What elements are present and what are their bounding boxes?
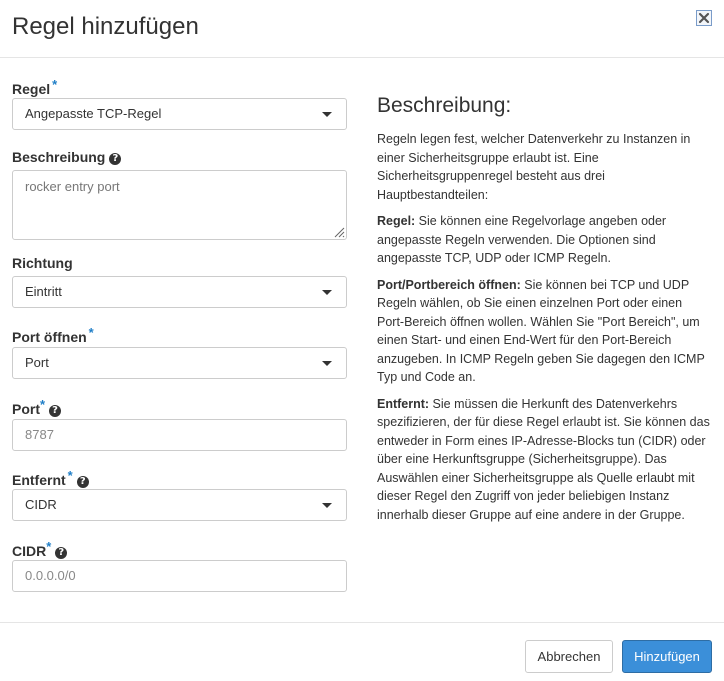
open-port-label-text: Port öffnen	[12, 329, 87, 345]
help-rule-paragraph: Regel: Sie können eine Regelvorlage ange…	[377, 212, 712, 268]
open-port-select[interactable]: Port	[12, 347, 347, 379]
cidr-label: CIDR*?	[12, 538, 68, 560]
required-marker: *	[67, 468, 73, 483]
help-port-paragraph: Port/Portbereich öffnen: Sie können bei …	[377, 276, 712, 387]
close-icon[interactable]	[696, 10, 712, 26]
cidr-placeholder: 0.0.0.0/0	[25, 568, 76, 583]
port-label-text: Port	[12, 401, 40, 417]
dialog-footer: Abbrechen Hinzufügen	[0, 622, 724, 681]
required-marker: *	[88, 325, 94, 340]
required-marker: *	[40, 397, 46, 412]
direction-select-value: Eintritt	[25, 284, 62, 299]
direction-label: Richtung	[12, 254, 73, 272]
add-button[interactable]: Hinzufügen	[622, 640, 712, 673]
port-input[interactable]: 8787	[12, 419, 347, 451]
help-title: Beschreibung:	[377, 94, 512, 117]
remote-label: Entfernt *?	[12, 467, 89, 489]
dialog-title: Regel hinzufügen	[12, 13, 199, 40]
direction-select[interactable]: Eintritt	[12, 276, 347, 308]
help-remote-term: Entfernt:	[377, 396, 430, 411]
cancel-button[interactable]: Abbrechen	[525, 640, 613, 673]
direction-label-text: Richtung	[12, 255, 73, 271]
description-value: rocker entry port	[25, 179, 120, 194]
question-circle-icon[interactable]: ?	[76, 476, 89, 488]
help-panel: Beschreibung: Regeln legen fest, welcher…	[377, 94, 712, 532]
rule-label-text: Regel	[12, 81, 51, 97]
help-rule-term: Regel:	[377, 214, 416, 228]
dialog-header: Regel hinzufügen	[0, 0, 724, 58]
question-circle-icon[interactable]: ?	[109, 153, 122, 165]
required-marker: *	[52, 77, 58, 92]
help-remote-paragraph: Entfernt: Sie müssen die Herkunft des Da…	[377, 395, 712, 525]
cidr-label-text: CIDR	[12, 543, 47, 559]
help-remote-text: Sie müssen die Herkunft des Datenverkehr…	[377, 396, 710, 522]
description-label: Beschreibung?	[12, 148, 122, 166]
rule-select-value: Angepasste TCP-Regel	[25, 106, 162, 121]
help-rule-text: Sie können eine Regelvorlage angeben ode…	[377, 214, 667, 265]
open-port-select-value: Port	[25, 355, 49, 370]
caret-down-icon	[322, 112, 332, 117]
open-port-label: Port öffnen *	[12, 324, 94, 346]
description-textarea[interactable]: rocker entry port	[12, 170, 347, 240]
port-placeholder: 8787	[25, 427, 54, 442]
rule-label: Regel *	[12, 76, 57, 98]
resize-grip-icon[interactable]	[333, 226, 345, 238]
caret-down-icon	[322, 361, 332, 366]
required-marker: *	[46, 539, 52, 554]
help-port-term: Port/Portbereich öffnen:	[377, 277, 521, 292]
help-port-text: Sie können bei TCP und UDP Regeln wählen…	[377, 277, 705, 385]
caret-down-icon	[322, 503, 332, 508]
port-label: Port*?	[12, 396, 62, 418]
question-circle-icon[interactable]: ?	[49, 405, 62, 417]
cidr-input[interactable]: 0.0.0.0/0	[12, 560, 347, 592]
caret-down-icon	[322, 290, 332, 295]
description-label-text: Beschreibung	[12, 149, 106, 165]
remote-select-value: CIDR	[25, 497, 57, 512]
remote-select[interactable]: CIDR	[12, 489, 347, 521]
help-intro: Regeln legen fest, welcher Datenverkehr …	[377, 132, 691, 202]
question-circle-icon[interactable]: ?	[55, 547, 68, 559]
remote-label-text: Entfernt	[12, 472, 66, 488]
rule-select[interactable]: Angepasste TCP-Regel	[12, 98, 347, 130]
